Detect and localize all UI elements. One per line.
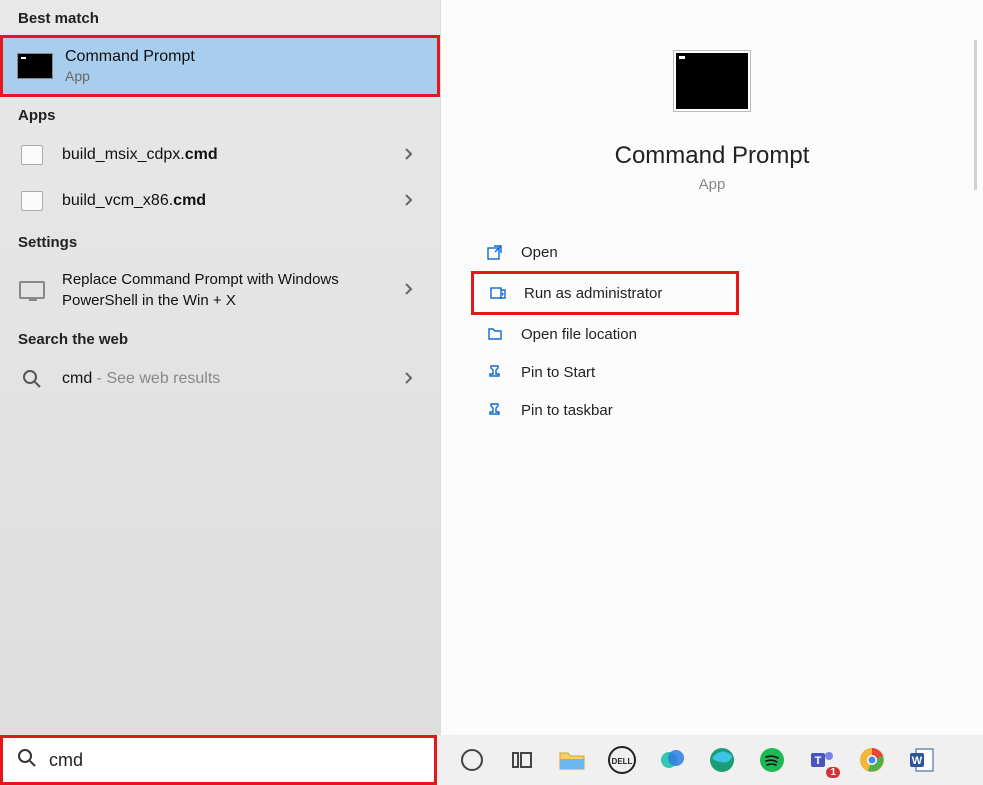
scrollbar[interactable]	[974, 40, 977, 190]
file-icon	[14, 188, 50, 214]
cortana-icon[interactable]	[455, 743, 489, 777]
action-label: Pin to Start	[521, 364, 595, 381]
word-icon[interactable]: W	[905, 743, 939, 777]
chrome-icon[interactable]	[855, 743, 889, 777]
svg-text:DELL: DELL	[612, 757, 633, 766]
action-label: Open	[521, 244, 558, 261]
chevron-right-icon[interactable]	[392, 371, 426, 388]
action-pin-to-taskbar[interactable]: Pin to taskbar	[471, 391, 963, 429]
action-open-file-location[interactable]: Open file location	[471, 315, 963, 353]
action-label: Open file location	[521, 326, 637, 343]
best-match-result[interactable]: Command Prompt App	[3, 38, 437, 94]
details-panel: Command Prompt App Open Run as administr…	[440, 0, 983, 735]
action-label: Pin to taskbar	[521, 402, 613, 419]
result-title: Command Prompt	[65, 48, 423, 66]
app-result-1[interactable]: build_msix_cdpx.cmd	[0, 132, 440, 178]
settings-header: Settings	[0, 224, 440, 259]
apps-header: Apps	[0, 97, 440, 132]
search-box-highlight	[0, 735, 437, 785]
task-view-icon[interactable]	[505, 743, 539, 777]
run-admin-highlight: Run as administrator	[471, 271, 739, 315]
action-label: Run as administrator	[524, 285, 662, 302]
details-title: Command Prompt	[461, 142, 963, 170]
search-icon	[17, 748, 37, 773]
cmd-hero-icon	[673, 50, 751, 112]
file-icon	[14, 142, 50, 168]
action-pin-to-start[interactable]: Pin to Start	[471, 353, 963, 391]
chevron-right-icon[interactable]	[392, 147, 426, 164]
dell-icon[interactable]: DELL	[605, 743, 639, 777]
result-subtitle: App	[65, 68, 423, 84]
teams-icon[interactable]: T1	[805, 743, 839, 777]
settings-result[interactable]: Replace Command Prompt with Windows Powe…	[0, 259, 440, 321]
chevron-right-icon[interactable]	[392, 193, 426, 210]
result-title: build_vcm_x86.cmd	[62, 192, 392, 210]
result-title: build_msix_cdpx.cmd	[62, 146, 392, 164]
search-results-panel: Best match Command Prompt App Apps build…	[0, 0, 440, 735]
monitor-icon	[14, 277, 50, 303]
svg-text:T: T	[815, 755, 822, 767]
open-icon	[483, 242, 507, 262]
pin-icon	[483, 362, 507, 382]
action-run-as-administrator[interactable]: Run as administrator	[474, 274, 736, 312]
web-header: Search the web	[0, 321, 440, 356]
best-match-header: Best match	[0, 0, 440, 35]
spotify-icon[interactable]	[755, 743, 789, 777]
chevron-right-icon[interactable]	[392, 282, 426, 299]
web-result[interactable]: cmd - See web results	[0, 356, 440, 402]
admin-icon	[486, 283, 510, 303]
result-title: Replace Command Prompt with Windows Powe…	[62, 269, 392, 311]
taskbar: DELL T1 W	[0, 735, 983, 785]
cmd-icon	[17, 53, 53, 79]
pin-icon	[483, 400, 507, 420]
action-open[interactable]: Open	[471, 233, 963, 271]
photos-icon[interactable]	[655, 743, 689, 777]
svg-text:W: W	[912, 755, 923, 767]
file-explorer-icon[interactable]	[555, 743, 589, 777]
search-input[interactable]	[49, 750, 420, 771]
action-list: Open Run as administrator Open file loca…	[461, 233, 963, 429]
search-icon	[14, 366, 50, 392]
best-match-highlight: Command Prompt App	[0, 35, 440, 97]
details-subtitle: App	[461, 176, 963, 193]
app-result-2[interactable]: build_vcm_x86.cmd	[0, 178, 440, 224]
result-title: cmd - See web results	[62, 370, 392, 388]
edge-icon[interactable]	[705, 743, 739, 777]
folder-icon	[483, 324, 507, 344]
